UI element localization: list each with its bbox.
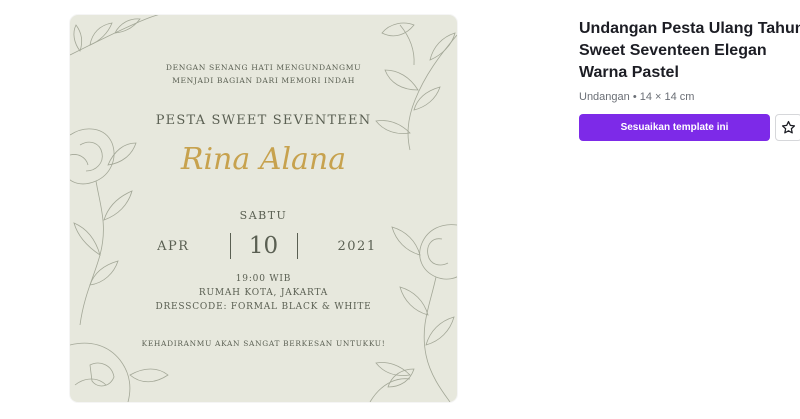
intro-line-2: MENJADI BAGIAN DARI MEMORI INDAH bbox=[172, 76, 355, 85]
event-date-row: APR 10 2021 bbox=[70, 233, 457, 259]
favorite-button[interactable] bbox=[775, 114, 800, 141]
event-day: SABTU bbox=[239, 209, 288, 222]
event-dresscode: DRESSCODE: FORMAL BLACK & WHITE bbox=[155, 302, 372, 312]
celebrant-name: Rina Alana bbox=[180, 142, 347, 177]
event-month: APR bbox=[157, 238, 190, 254]
event-venue: RUMAH KOTA, JAKARTA bbox=[198, 288, 329, 298]
intro-line-1: DENGAN SENANG HATI MENGUNDANGMU bbox=[165, 63, 362, 72]
template-preview-card[interactable]: DENGAN SENANG HATI MENGUNDANGMU MENJADI … bbox=[70, 15, 457, 402]
event-title: PESTA SWEET SEVENTEEN bbox=[155, 113, 372, 128]
customize-template-button[interactable]: Sesuaikan template ini bbox=[579, 114, 770, 141]
template-title: Undangan Pesta Ulang Tahun Sweet Sevente… bbox=[579, 20, 800, 81]
event-year: 2021 bbox=[337, 238, 377, 254]
star-outline-icon bbox=[781, 120, 796, 134]
event-time: 19:00 WIB bbox=[235, 274, 292, 284]
template-meta: Undangan • 14 × 14 cm bbox=[579, 91, 695, 103]
date-divider-right bbox=[296, 233, 298, 259]
event-date: 10 bbox=[248, 233, 279, 259]
closing-line: KEHADIRANMU AKAN SANGAT BERKESAN UNTUKKU… bbox=[141, 339, 386, 348]
